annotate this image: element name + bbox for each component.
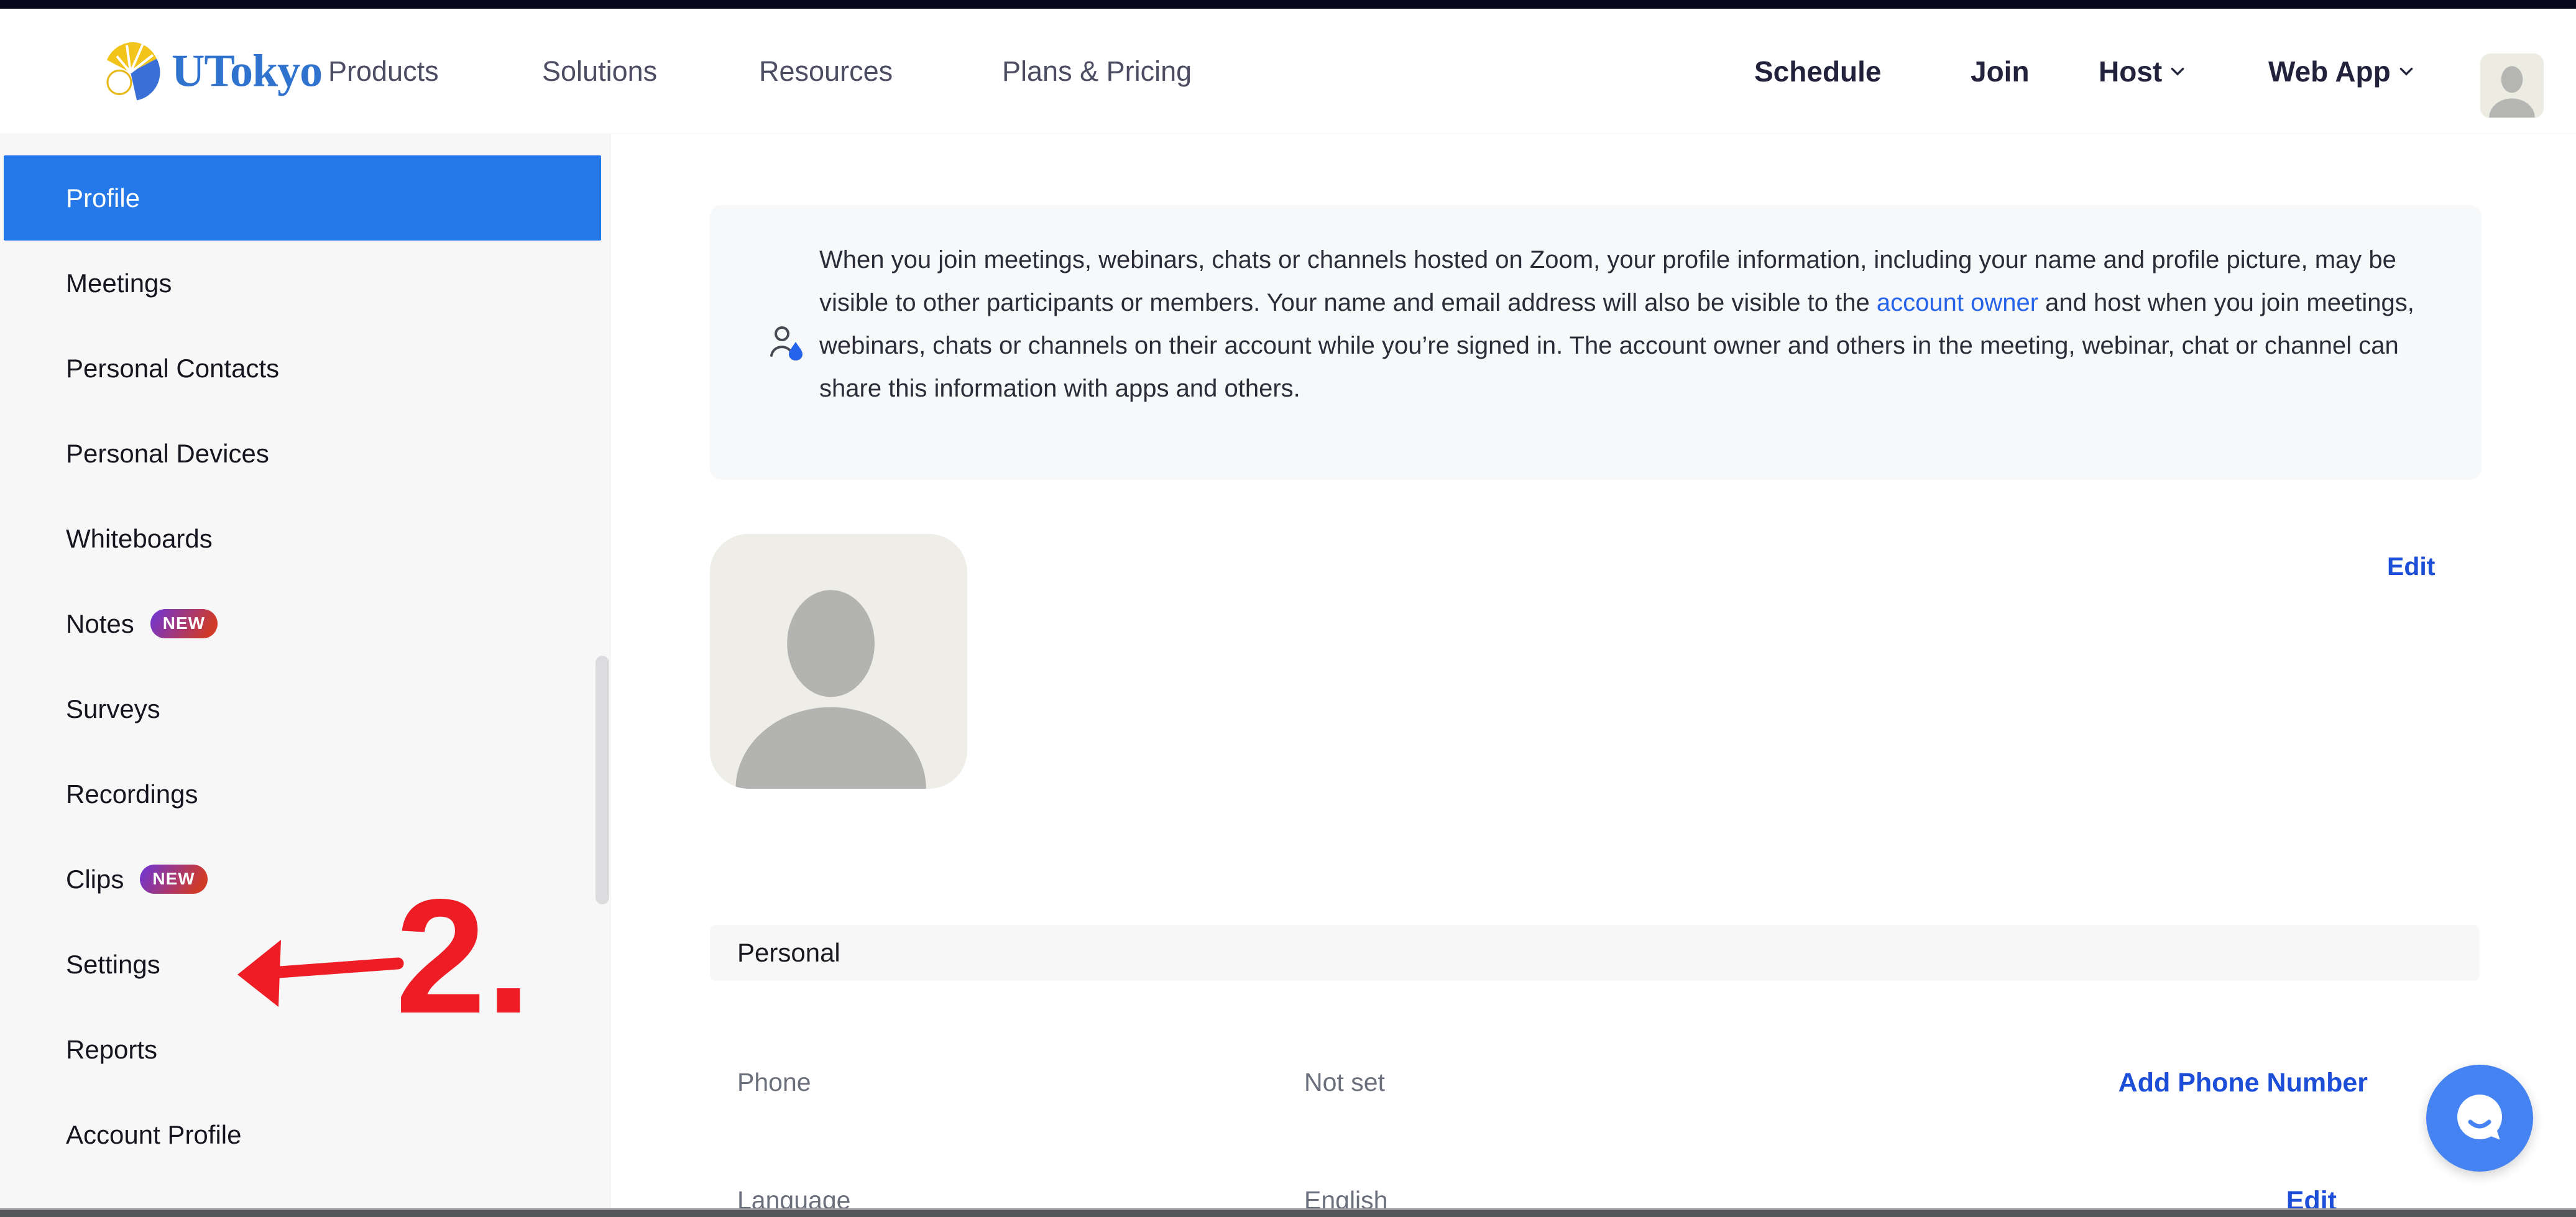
nav-host-label: Host xyxy=(2099,55,2162,88)
profile-picture-placeholder[interactable] xyxy=(710,534,967,789)
nav-host[interactable]: Host xyxy=(2099,55,2186,88)
sidebar-item-clips[interactable]: Clips NEW xyxy=(0,837,610,922)
chevron-down-icon xyxy=(2169,63,2186,80)
nav-resources[interactable]: Resources xyxy=(759,55,893,88)
privacy-notice: When you join meetings, webinars, chats … xyxy=(710,205,2482,480)
utokyo-logo-text: UTokyo xyxy=(172,45,322,98)
new-badge: NEW xyxy=(150,609,218,638)
sidebar-item-label: Whiteboards xyxy=(66,524,213,554)
sidebar-item-label: Personal Contacts xyxy=(66,354,279,383)
user-avatar[interactable] xyxy=(2480,53,2544,118)
sidebar-item-surveys[interactable]: Surveys xyxy=(0,666,610,751)
sidebar-item-label: Personal Devices xyxy=(66,439,269,469)
privacy-person-icon xyxy=(770,324,804,361)
sidebar-item-label: Reports xyxy=(66,1035,157,1065)
sidebar-item-profile[interactable]: Profile xyxy=(4,155,601,241)
nav-products[interactable]: Products xyxy=(328,55,439,88)
sidebar-item-whiteboards[interactable]: Whiteboards xyxy=(0,496,610,581)
sidebar-item-label: Account Profile xyxy=(66,1120,241,1150)
sidebar-item-label: Profile xyxy=(66,183,140,213)
sidebar-item-label: Meetings xyxy=(66,269,172,298)
sidebar-item-label: Surveys xyxy=(66,694,160,724)
sidebar-item-settings[interactable]: Settings xyxy=(0,922,610,1007)
account-owner-link[interactable]: account owner xyxy=(1877,289,2038,316)
add-phone-number-link[interactable]: Add Phone Number xyxy=(2118,1068,2368,1098)
nav-web-app[interactable]: Web App xyxy=(2268,55,2414,88)
sidebar-list: Profile Meetings Personal Contacts Perso… xyxy=(0,155,610,1177)
main-content: When you join meetings, webinars, chats … xyxy=(610,134,2576,1208)
chevron-down-icon xyxy=(2398,63,2414,80)
chat-bubble-icon xyxy=(2450,1088,2509,1148)
new-badge: NEW xyxy=(140,865,207,894)
sidebar-item-label: Recordings xyxy=(66,779,198,809)
sidebar-item-meetings[interactable]: Meetings xyxy=(0,241,610,326)
privacy-notice-text: When you join meetings, webinars, chats … xyxy=(819,239,2417,410)
chat-widget-button[interactable] xyxy=(2426,1065,2533,1172)
phone-label: Phone xyxy=(737,1068,811,1097)
nav-solutions[interactable]: Solutions xyxy=(542,55,657,88)
utokyo-logo-icon xyxy=(98,37,163,105)
profile-edit-link[interactable]: Edit xyxy=(2387,552,2435,581)
top-frame-bar xyxy=(0,0,2576,9)
sidebar-item-recordings[interactable]: Recordings xyxy=(0,751,610,837)
sidebar-item-label: Settings xyxy=(66,950,160,980)
personal-section-title: Personal xyxy=(737,938,840,968)
sidebar-item-account-profile[interactable]: Account Profile xyxy=(0,1092,610,1177)
sidebar-item-label: Clips xyxy=(66,865,124,894)
personal-section-bar: Personal xyxy=(710,925,2480,981)
sidebar-scrollbar-thumb[interactable] xyxy=(596,656,609,904)
sidebar-item-notes[interactable]: Notes NEW xyxy=(0,581,610,666)
nav-join-label: Join xyxy=(1971,55,2030,88)
nav-web-app-label: Web App xyxy=(2268,55,2391,88)
phone-value: Not set xyxy=(1304,1068,1385,1097)
nav-join[interactable]: Join xyxy=(1971,55,2030,88)
sidebar-item-label: Notes xyxy=(66,609,134,639)
sidebar-item-personal-devices[interactable]: Personal Devices xyxy=(0,411,610,496)
sidebar-item-reports[interactable]: Reports xyxy=(0,1007,610,1092)
zoom-profile-page: UTokyo Products Solutions Resources Plan… xyxy=(0,0,2576,1217)
utokyo-logo[interactable]: UTokyo xyxy=(98,37,322,105)
nav-plans-pricing[interactable]: Plans & Pricing xyxy=(1002,55,1192,88)
bottom-frame-bar xyxy=(0,1208,2576,1217)
nav-schedule-label: Schedule xyxy=(1754,55,1882,88)
nav-schedule[interactable]: Schedule xyxy=(1754,55,1882,88)
sidebar-item-personal-contacts[interactable]: Personal Contacts xyxy=(0,326,610,411)
sidebar: Profile Meetings Personal Contacts Perso… xyxy=(0,134,610,1208)
phone-row: Phone Not set Add Phone Number xyxy=(710,1068,2480,1103)
header: UTokyo Products Solutions Resources Plan… xyxy=(0,9,2576,134)
